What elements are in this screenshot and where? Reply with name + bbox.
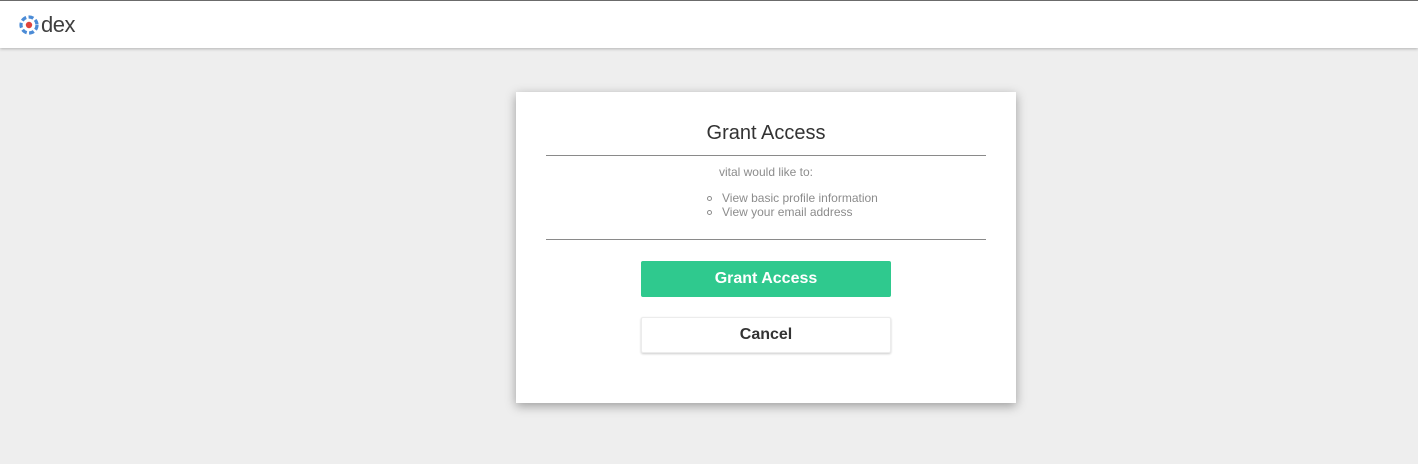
scope-label: View basic profile information	[722, 191, 878, 205]
scope-list: View basic profile information View your…	[707, 191, 878, 219]
dex-logo-icon	[19, 14, 39, 35]
circle-bullet-icon	[707, 209, 712, 215]
scope-label: View your email address	[722, 205, 853, 219]
top-navbar: dex	[0, 0, 1418, 48]
scope-item: View basic profile information	[707, 191, 878, 205]
cancel-button[interactable]: Cancel	[641, 317, 891, 353]
scope-item: View your email address	[707, 205, 878, 219]
client-request-text: vital would like to:	[718, 165, 814, 179]
dialog-title: Grant Access	[706, 122, 826, 144]
brand-name: dex	[41, 11, 75, 37]
divider	[546, 239, 986, 240]
grant-access-button[interactable]: Grant Access	[641, 261, 891, 297]
divider	[546, 155, 986, 156]
grant-access-dialog: Grant Access vital would like to: View b…	[516, 92, 1016, 403]
brand-logo[interactable]: dex	[18, 10, 75, 40]
circle-bullet-icon	[707, 195, 712, 201]
